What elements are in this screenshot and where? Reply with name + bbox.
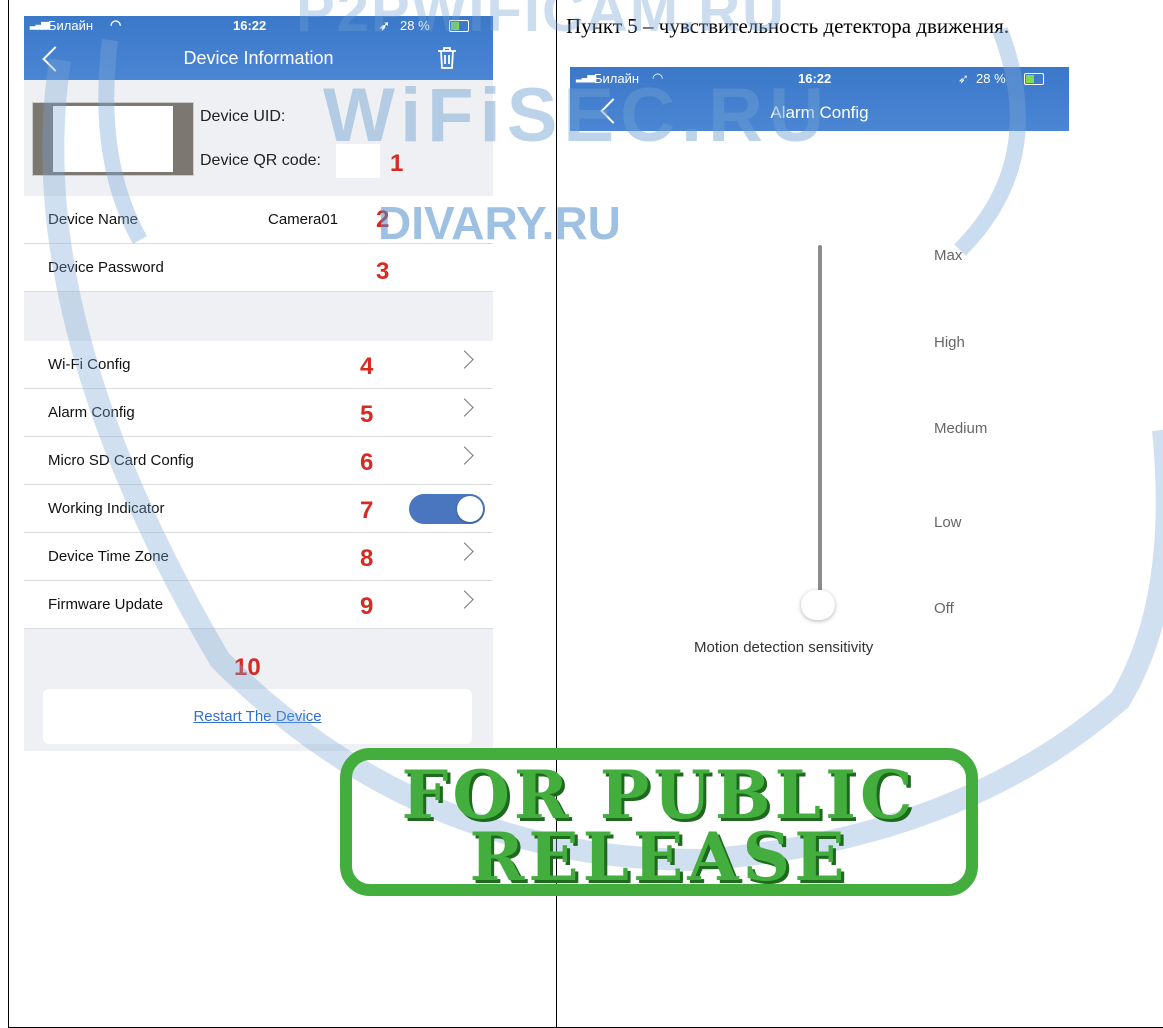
stamp-line-2: RELEASE [469, 818, 849, 896]
public-release-stamp: FOR PUBLIC RELEASE [340, 748, 978, 896]
